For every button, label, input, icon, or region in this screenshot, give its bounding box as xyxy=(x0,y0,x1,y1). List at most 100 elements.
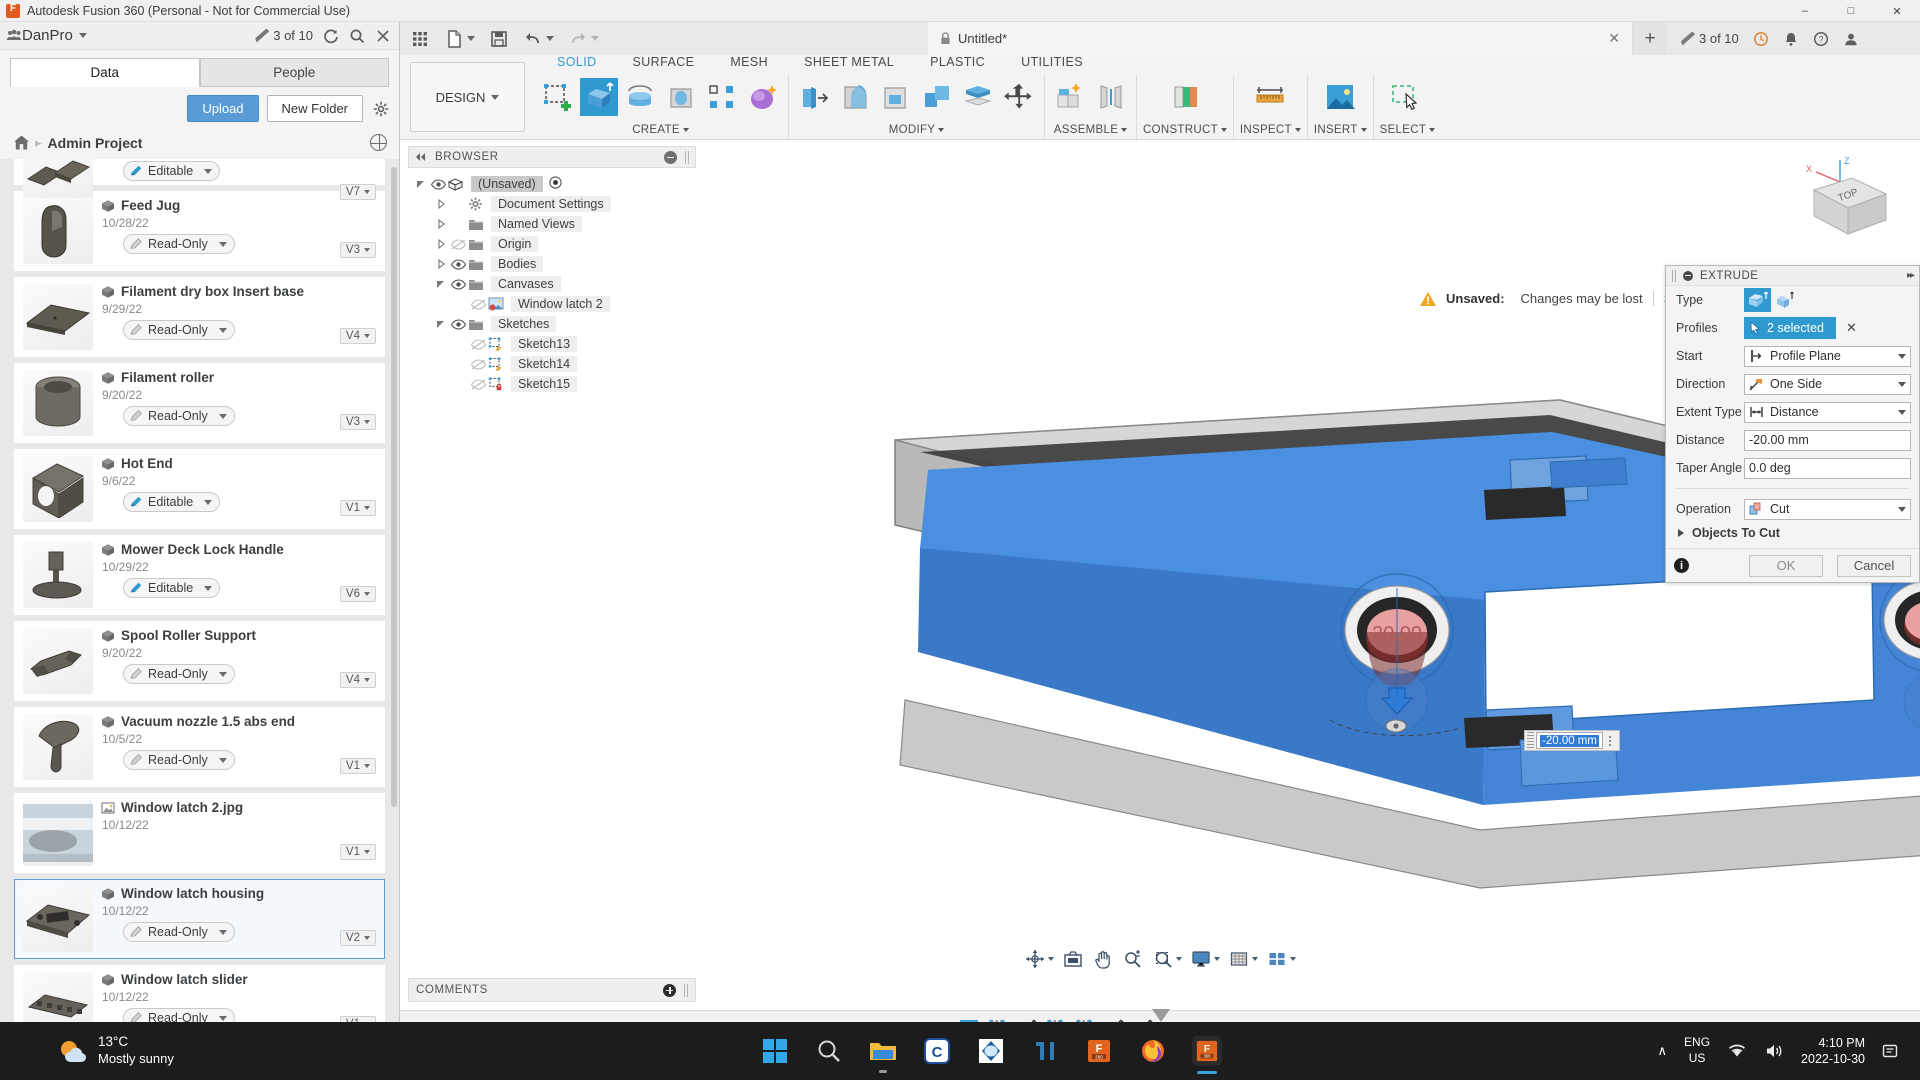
permission-dropdown[interactable]: Editable xyxy=(123,161,220,181)
document-tab-untitled[interactable]: Untitled* ✕ xyxy=(928,22,1633,55)
file-version-badge[interactable]: V1 xyxy=(340,844,376,860)
create-form-icon[interactable] xyxy=(744,78,782,116)
fusion360-icon[interactable]: F 360 xyxy=(1084,1036,1114,1066)
new-file-dropdown-icon[interactable] xyxy=(467,36,475,41)
eye-hidden-icon[interactable] xyxy=(468,357,488,371)
refresh-icon[interactable] xyxy=(323,28,339,44)
file-version-badge[interactable]: V3 xyxy=(340,414,376,430)
browser-tree-node[interactable]: Origin xyxy=(408,234,696,254)
autodesk-icon[interactable] xyxy=(976,1036,1006,1066)
dimension-value-field[interactable]: -20.00 mm xyxy=(1536,732,1603,749)
objects-to-cut-expander[interactable]: Objects To Cut xyxy=(1666,523,1919,548)
close-icon[interactable]: ✕ xyxy=(1608,30,1620,47)
browser-tree-node[interactable]: Sketch15 xyxy=(408,374,696,394)
nav-pan[interactable] xyxy=(1089,946,1117,972)
ribbon-group-label-select[interactable]: SELECT xyxy=(1380,124,1436,139)
nav-grid-snap[interactable] xyxy=(1225,946,1261,972)
eye-hidden-icon[interactable] xyxy=(468,297,488,311)
tab-solid[interactable]: SOLID xyxy=(539,55,615,75)
search-icon[interactable] xyxy=(349,28,365,44)
tab-sheet-metal[interactable]: SHEET METAL xyxy=(786,55,912,75)
timeline-marker[interactable] xyxy=(1152,1009,1170,1022)
ribbon-group-label-create[interactable]: CREATE xyxy=(632,124,689,139)
comments-grip-icon[interactable] xyxy=(684,984,688,997)
collapse-dialog-icon[interactable] xyxy=(1683,271,1693,281)
redo-dropdown-icon[interactable] xyxy=(591,36,599,41)
pattern-icon[interactable] xyxy=(703,78,741,116)
pan-icon[interactable] xyxy=(1092,948,1114,970)
chevron-down-icon[interactable] xyxy=(219,328,227,333)
press-pull-icon[interactable] xyxy=(795,78,833,116)
view-cube[interactable]: Z X TOP xyxy=(1766,150,1896,260)
redo-icon[interactable] xyxy=(568,29,588,49)
chevron-down-icon[interactable] xyxy=(1898,507,1906,512)
notification-bell-icon[interactable] xyxy=(1783,31,1799,47)
chevron-down-icon[interactable] xyxy=(219,242,227,247)
eye-visible-icon[interactable] xyxy=(428,177,448,191)
viewports-icon[interactable] xyxy=(1266,948,1288,970)
file-explorer-icon[interactable] xyxy=(868,1036,898,1066)
dialog-grip-icon[interactable] xyxy=(1672,270,1676,282)
eye-visible-icon[interactable] xyxy=(448,277,468,291)
nav-display-settings[interactable] xyxy=(1187,946,1223,972)
comments-panel[interactable]: COMMENTS xyxy=(408,978,696,1002)
expanded-triangle-icon[interactable] xyxy=(434,317,448,331)
undo-icon[interactable] xyxy=(523,29,543,49)
close-button[interactable]: ✕ xyxy=(1874,0,1920,22)
globe-icon[interactable] xyxy=(370,134,387,151)
insert-canvas-icon[interactable] xyxy=(1321,78,1359,116)
chevron-down-icon[interactable] xyxy=(1898,410,1906,415)
offset-face-icon[interactable] xyxy=(959,78,997,116)
extrude-extent-type-dropdown[interactable]: Distance xyxy=(1744,402,1911,423)
activate-component-icon[interactable] xyxy=(549,176,562,192)
tab-people[interactable]: People xyxy=(200,58,390,87)
dimension-input-widget[interactable]: -20.00 mm xyxy=(1524,730,1620,751)
create-sketch-icon[interactable] xyxy=(539,78,577,116)
chevron-down-icon[interactable] xyxy=(219,672,227,677)
upload-button[interactable]: Upload xyxy=(187,95,258,122)
tab-plastic[interactable]: PLASTIC xyxy=(912,55,1003,75)
tab-data[interactable]: Data xyxy=(10,58,200,87)
permission-dropdown[interactable]: Read-Only xyxy=(123,664,235,684)
drag-grip-icon[interactable] xyxy=(1527,732,1534,749)
file-list-item[interactable]: Window latch housing 10/12/22 Read-Only … xyxy=(14,879,385,959)
extrude-distance-input[interactable]: -20.00 mm xyxy=(1744,430,1911,451)
browser-tree-node[interactable]: Sketches xyxy=(408,314,696,334)
browser-tree-node[interactable]: Sketch13 xyxy=(408,334,696,354)
file-list-item[interactable]: Filament dry box Insert base 9/29/22 Rea… xyxy=(14,277,385,357)
chevron-down-icon[interactable] xyxy=(79,33,87,38)
wifi-icon[interactable] xyxy=(1727,1042,1747,1060)
permission-dropdown[interactable]: Read-Only xyxy=(123,320,235,340)
look-at-icon[interactable] xyxy=(1062,948,1084,970)
browser-tree-node[interactable]: Document Settings xyxy=(408,194,696,214)
file-list-item[interactable]: Hot End 9/6/22 Editable V1 xyxy=(14,449,385,529)
file-version-badge[interactable]: V1 xyxy=(340,500,376,516)
tab-surface[interactable]: SURFACE xyxy=(615,55,713,75)
measure-icon[interactable] xyxy=(1251,78,1289,116)
file-list-item[interactable]: Vacuum nozzle 1.5 abs end 10/5/22 Read-O… xyxy=(14,707,385,787)
collapsed-triangle-icon[interactable] xyxy=(434,197,448,211)
select-window-icon[interactable] xyxy=(1388,78,1426,116)
file-version-badge[interactable]: V4 xyxy=(340,672,376,688)
move-copy-icon[interactable] xyxy=(1000,78,1038,116)
type-taper-extrude-icon[interactable] xyxy=(1771,288,1798,312)
chevron-down-icon[interactable] xyxy=(1290,957,1296,961)
ribbon-group-label-insert[interactable]: INSERT xyxy=(1314,124,1367,139)
combine-icon[interactable] xyxy=(918,78,956,116)
fit-icon[interactable] xyxy=(1152,948,1174,970)
grid-snap-icon[interactable] xyxy=(1228,948,1250,970)
project-name[interactable]: DanPro xyxy=(22,27,73,44)
chevron-down-icon[interactable] xyxy=(1048,957,1054,961)
permission-dropdown[interactable]: Editable xyxy=(123,578,220,598)
file-list-item[interactable]: Window latch 2.jpg 10/12/22 V1 xyxy=(14,793,385,873)
eye-visible-icon[interactable] xyxy=(448,317,468,331)
cancel-button[interactable]: Cancel xyxy=(1837,555,1911,577)
extrude-operation-dropdown[interactable]: Cut xyxy=(1744,499,1911,520)
browser-tree[interactable]: (Unsaved) Document Settings Named Views … xyxy=(408,168,696,394)
user-account-icon[interactable] xyxy=(1843,31,1859,47)
collapse-left-icon[interactable] xyxy=(415,152,427,162)
ok-button[interactable]: OK xyxy=(1749,555,1823,577)
file-list-item[interactable]: Filament roller 9/20/22 Read-Only V3 xyxy=(14,363,385,443)
eye-visible-icon[interactable] xyxy=(448,257,468,271)
gear-icon[interactable] xyxy=(373,101,389,117)
